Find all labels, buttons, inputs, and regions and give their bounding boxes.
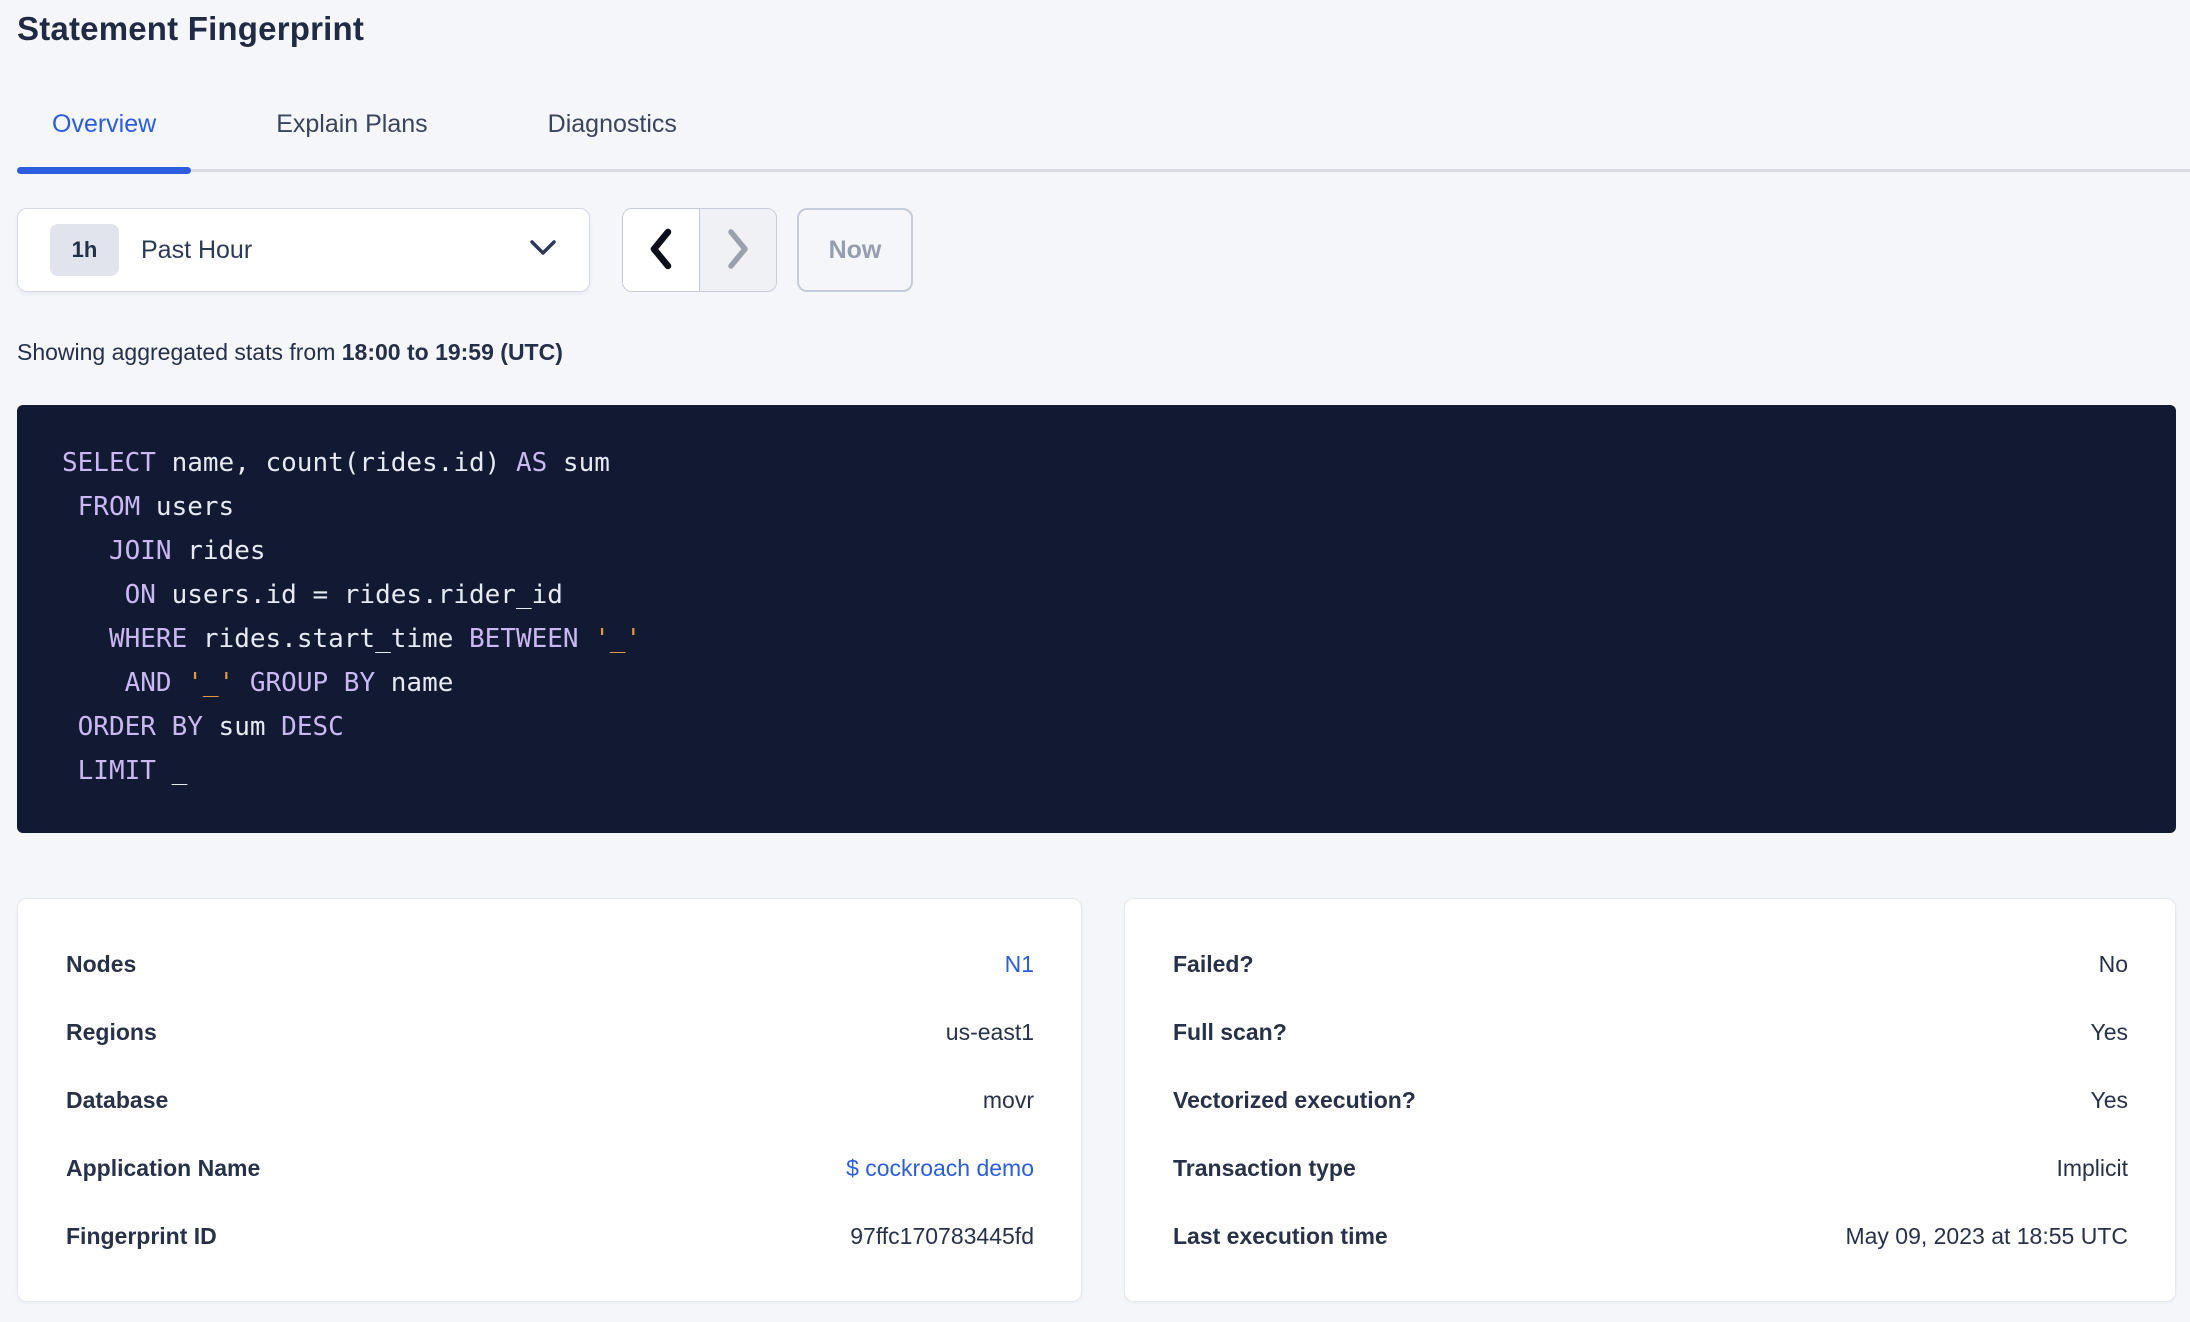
detail-row-regions: Regions us-east1 <box>66 998 1034 1066</box>
sql-line: AND '_' GROUP BY name <box>124 668 454 698</box>
now-button[interactable]: Now <box>797 208 913 292</box>
detail-row-nodes: Nodes N1 <box>66 930 1034 998</box>
chevron-left-icon <box>647 227 675 274</box>
detail-row-application-name: Application Name $ cockroach demo <box>66 1134 1034 1202</box>
detail-row-last-execution-time: Last execution time May 09, 2023 at 18:5… <box>1173 1202 2128 1270</box>
tab-explain-plans-label: Explain Plans <box>276 110 428 138</box>
time-step-buttons <box>622 208 777 292</box>
detail-row-transaction-type: Transaction type Implicit <box>1173 1134 2128 1202</box>
failed-label: Failed? <box>1173 950 1254 977</box>
sql-line: ORDER BY sum DESC <box>77 712 344 742</box>
vectorized-label: Vectorized execution? <box>1173 1086 1416 1113</box>
full-scan-value: Yes <box>2090 1018 2128 1045</box>
detail-row-vectorized: Vectorized execution? Yes <box>1173 1066 2128 1134</box>
detail-cards: Nodes N1 Regions us-east1 Database movr … <box>17 898 2176 1302</box>
sql-line: LIMIT _ <box>77 756 188 786</box>
sql-line: JOIN rides <box>108 536 266 566</box>
detail-row-failed: Failed? No <box>1173 930 2128 998</box>
transaction-type-label: Transaction type <box>1173 1154 1356 1181</box>
tab-overview-label: Overview <box>52 110 157 138</box>
tab-diagnostics[interactable]: Diagnostics <box>513 76 712 169</box>
fingerprint-id-label: Fingerprint ID <box>66 1222 217 1249</box>
tab-overview[interactable]: Overview <box>17 76 192 174</box>
active-tab-indicator <box>17 167 192 174</box>
sql-line: ON users.id = rides.rider_id <box>124 580 563 610</box>
next-time-interval-button[interactable] <box>699 209 776 291</box>
page-title: Statement Fingerprint <box>17 10 365 47</box>
chevron-right-icon <box>724 227 752 274</box>
sql-line: SELECT name, count(rides.id) AS sum <box>62 448 610 478</box>
time-range-dropdown[interactable]: 1h Past Hour <box>17 208 590 292</box>
sql-statement-box: SELECT name, count(rides.id) AS sum FROM… <box>17 405 2176 833</box>
stats-line-prefix: Showing aggregated stats from <box>17 339 342 365</box>
stats-line-range: 18:00 to 19:59 (UTC) <box>341 339 563 365</box>
database-value: movr <box>982 1086 1034 1113</box>
detail-row-fingerprint-id: Fingerprint ID 97ffc170783445fd <box>66 1202 1034 1270</box>
execution-attributes-card: Failed? No Full scan? Yes Vectorized exe… <box>1124 898 2176 1302</box>
application-name-link[interactable]: $ cockroach demo <box>846 1155 1034 1182</box>
failed-value: No <box>2098 950 2128 977</box>
application-name-label: Application Name <box>66 1154 261 1181</box>
time-range-badge: 1h <box>50 224 119 276</box>
detail-row-full-scan: Full scan? Yes <box>1173 998 2128 1066</box>
tab-diagnostics-label: Diagnostics <box>547 110 677 138</box>
statement-fingerprint-page: Statement Fingerprint Overview Explain P… <box>0 0 2190 1302</box>
tab-explain-plans[interactable]: Explain Plans <box>241 76 462 169</box>
chevron-down-icon <box>527 237 559 264</box>
aggregated-stats-line: Showing aggregated stats from 18:00 to 1… <box>17 338 2176 366</box>
sql-line: WHERE rides.start_time BETWEEN '_' <box>108 624 642 654</box>
sql-line: FROM users <box>77 492 235 522</box>
last-execution-time-label: Last execution time <box>1173 1222 1388 1249</box>
regions-label: Regions <box>66 1018 157 1045</box>
fingerprint-id-value: 97ffc170783445fd <box>850 1222 1034 1249</box>
regions-value: us-east1 <box>945 1018 1034 1045</box>
nodes-label: Nodes <box>66 950 137 977</box>
database-label: Database <box>66 1086 169 1113</box>
statement-details-card: Nodes N1 Regions us-east1 Database movr … <box>17 898 1082 1302</box>
vectorized-value: Yes <box>2090 1086 2128 1113</box>
time-controls: 1h Past Hour Now <box>17 208 2176 292</box>
previous-time-interval-button[interactable] <box>623 209 699 291</box>
time-range-label: Past Hour <box>141 235 253 264</box>
last-execution-time-value: May 09, 2023 at 18:55 UTC <box>1845 1222 2128 1249</box>
tab-bar: Overview Explain Plans Diagnostics <box>17 76 2190 174</box>
full-scan-label: Full scan? <box>1173 1018 1287 1045</box>
transaction-type-value: Implicit <box>2056 1154 2128 1181</box>
detail-row-database: Database movr <box>66 1066 1034 1134</box>
nodes-link[interactable]: N1 <box>1005 951 1034 978</box>
